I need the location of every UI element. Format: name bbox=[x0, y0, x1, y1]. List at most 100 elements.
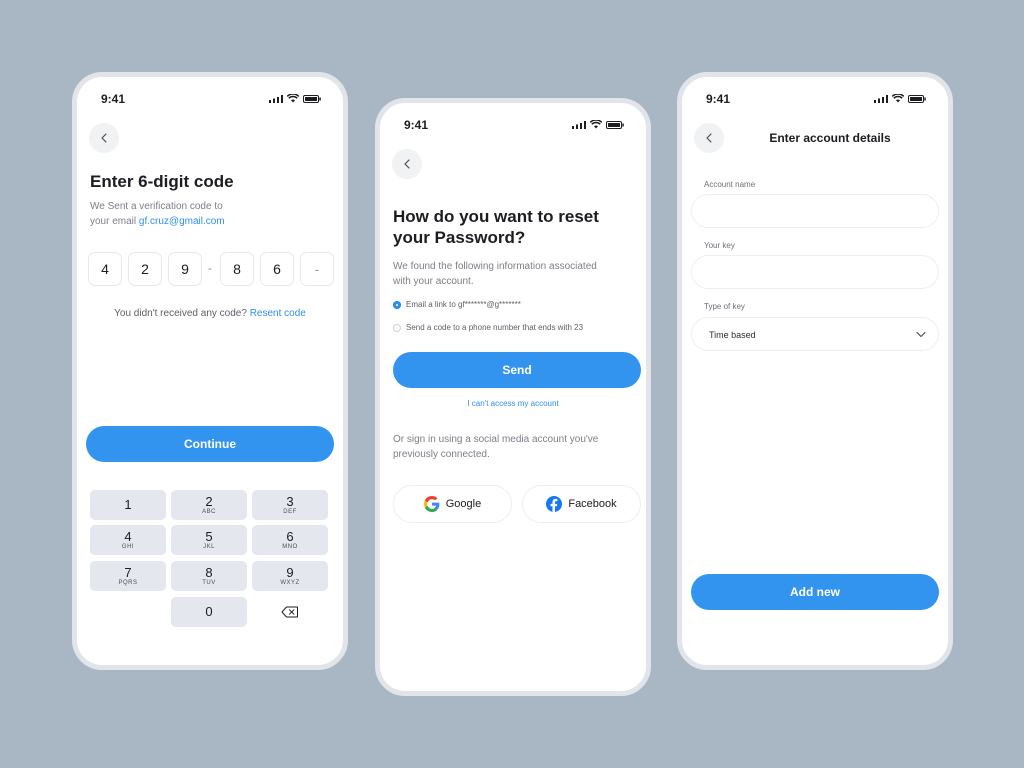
no-code-text: You didn't received any code? bbox=[114, 308, 250, 319]
battery-icon bbox=[606, 120, 624, 129]
type-of-key-select[interactable]: Time based bbox=[691, 317, 939, 351]
battery-icon bbox=[303, 94, 321, 103]
social-prompt-line: Or sign in using a social media account … bbox=[393, 434, 599, 445]
wifi-icon bbox=[287, 94, 299, 103]
status-time: 9:41 bbox=[101, 92, 126, 106]
key-2[interactable]: 2 ABC bbox=[171, 490, 247, 520]
key-0[interactable]: 0 bbox=[171, 597, 247, 627]
key-letters: JKL bbox=[203, 543, 215, 550]
status-time: 9:41 bbox=[706, 92, 731, 106]
key-letters: PQRS bbox=[118, 579, 138, 586]
page-description: We found the following information assoc… bbox=[393, 259, 643, 289]
key-letters: GHI bbox=[121, 543, 135, 550]
phone-screen-verification: 9:41 Enter 6-digit code We Sent a verifi… bbox=[72, 72, 348, 670]
phone-screen-reset-password: 9:41 How do you want to reset your Passw… bbox=[375, 98, 651, 696]
key-digit: 8 bbox=[205, 564, 213, 580]
key-9[interactable]: 9 WXYZ bbox=[252, 561, 328, 591]
title-line: your Password? bbox=[393, 228, 526, 247]
google-icon bbox=[423, 496, 440, 512]
key-5[interactable]: 5 JKL bbox=[171, 525, 247, 555]
description-line: with your account. bbox=[393, 276, 474, 287]
signal-icon bbox=[269, 94, 283, 103]
option-label: Send a code to a phone number that ends … bbox=[406, 323, 584, 332]
code-digit-6[interactable]: - bbox=[300, 252, 334, 286]
back-button[interactable] bbox=[392, 149, 422, 179]
key-3[interactable]: 3 DEF bbox=[252, 490, 328, 520]
code-separator: - bbox=[208, 261, 212, 275]
facebook-icon bbox=[546, 496, 563, 512]
facebook-sign-in-button[interactable]: Facebook bbox=[522, 485, 641, 523]
resend-row: You didn't received any code? Resent cod… bbox=[77, 308, 343, 319]
social-prompt-line: previously connected. bbox=[393, 449, 490, 460]
key-6[interactable]: 6 MNO bbox=[252, 525, 328, 555]
radio-unselected[interactable] bbox=[393, 324, 401, 332]
subtitle-prefix: your email bbox=[90, 216, 139, 227]
facebook-label: Facebook bbox=[568, 498, 617, 510]
key-digit: 9 bbox=[286, 564, 294, 580]
key-digit: 5 bbox=[205, 528, 213, 544]
phone-screen-account-details: 9:41 Enter account details Account name … bbox=[677, 72, 953, 670]
key-digit: 4 bbox=[124, 528, 132, 544]
account-name-label: Account name bbox=[704, 180, 756, 189]
code-digit-4[interactable]: 8 bbox=[220, 252, 254, 286]
description-line: We found the following information assoc… bbox=[393, 261, 597, 272]
status-icons bbox=[874, 94, 926, 103]
code-digit-5[interactable]: 6 bbox=[260, 252, 294, 286]
send-button[interactable]: Send bbox=[393, 352, 641, 388]
key-letters: DEF bbox=[283, 508, 297, 515]
option-label: Email a link to gf*******@g******* bbox=[406, 300, 521, 309]
page-subtitle: We Sent a verification code to your emai… bbox=[90, 199, 330, 229]
page-title: Enter 6-digit code bbox=[90, 172, 234, 191]
page-title: Enter account details bbox=[769, 131, 891, 145]
code-digit-3[interactable]: 9 bbox=[168, 252, 202, 286]
select-value: Time based bbox=[709, 330, 756, 340]
account-name-field[interactable] bbox=[691, 194, 939, 228]
google-label: Google bbox=[445, 498, 482, 510]
chevron-left-icon bbox=[706, 133, 712, 143]
back-button[interactable] bbox=[89, 123, 119, 153]
key-digit: 6 bbox=[286, 528, 294, 544]
key-8[interactable]: 8 TUV bbox=[171, 561, 247, 591]
key-digit: 0 bbox=[205, 604, 213, 619]
key-digit: 1 bbox=[124, 497, 132, 512]
code-digit-2[interactable]: 2 bbox=[128, 252, 162, 286]
key-digit: 2 bbox=[205, 493, 213, 509]
chevron-left-icon bbox=[101, 133, 107, 143]
key-letters: MNO bbox=[282, 543, 298, 550]
chevron-down-icon bbox=[916, 331, 926, 338]
code-digit-1[interactable]: 4 bbox=[88, 252, 122, 286]
add-new-button[interactable]: Add new bbox=[691, 574, 939, 610]
key-7[interactable]: 7 PQRS bbox=[90, 561, 166, 591]
key-4[interactable]: 4 GHI bbox=[90, 525, 166, 555]
signal-icon bbox=[874, 94, 888, 103]
backspace-key[interactable] bbox=[252, 597, 328, 627]
subtitle-line: We Sent a verification code to bbox=[90, 201, 223, 212]
chevron-left-icon bbox=[404, 159, 410, 169]
title-line: How do you want to reset bbox=[393, 207, 599, 226]
key-letters: TUV bbox=[202, 579, 216, 586]
signal-icon bbox=[572, 120, 586, 129]
status-time: 9:41 bbox=[404, 118, 429, 132]
key-digit: 7 bbox=[124, 564, 132, 580]
your-key-label: Your key bbox=[704, 241, 735, 250]
key-1[interactable]: 1 bbox=[90, 490, 166, 520]
type-of-key-label: Type of key bbox=[704, 302, 745, 311]
back-button[interactable] bbox=[694, 123, 724, 153]
radio-selected[interactable] bbox=[393, 301, 401, 309]
key-letters: ABC bbox=[202, 508, 216, 515]
email-link[interactable]: gf.cruz@gmail.com bbox=[139, 216, 225, 227]
social-prompt: Or sign in using a social media account … bbox=[393, 432, 643, 462]
status-icons bbox=[572, 120, 624, 129]
wifi-icon bbox=[590, 120, 602, 129]
resend-code-link[interactable]: Resent code bbox=[250, 308, 306, 319]
wifi-icon bbox=[892, 94, 904, 103]
page-title: How do you want to reset your Password? bbox=[393, 206, 643, 248]
backspace-icon bbox=[281, 606, 298, 618]
status-icons bbox=[269, 94, 321, 103]
your-key-field[interactable] bbox=[691, 255, 939, 289]
key-letters: WXYZ bbox=[280, 579, 300, 586]
google-sign-in-button[interactable]: Google bbox=[393, 485, 512, 523]
key-digit: 3 bbox=[286, 493, 294, 509]
continue-button[interactable]: Continue bbox=[86, 426, 334, 462]
cant-access-link[interactable]: I can't access my account bbox=[380, 399, 646, 408]
